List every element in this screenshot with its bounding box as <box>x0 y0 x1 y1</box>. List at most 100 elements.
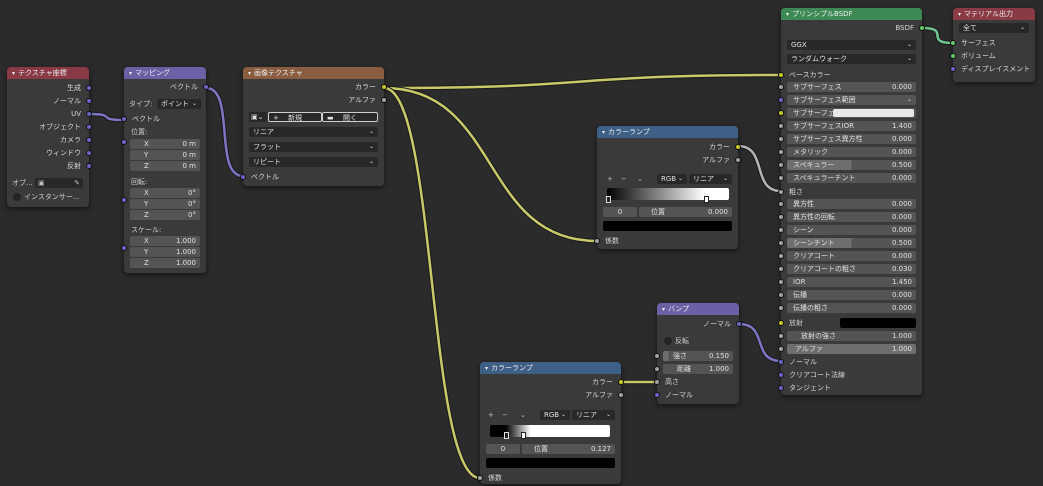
socket-vector-in[interactable] <box>240 174 246 180</box>
material-output-header[interactable]: ▾ マテリアル出力 <box>953 8 1035 20</box>
color-ramp-header[interactable]: ▾ カラーランプ <box>597 126 738 138</box>
socket-color-out[interactable] <box>381 84 387 90</box>
socket-param-in[interactable] <box>778 227 784 233</box>
socket-height-in[interactable] <box>654 379 660 385</box>
socket-surface-in[interactable] <box>950 40 956 46</box>
color-ramp-node-1[interactable]: ▾ カラーランプ カラー アルファ + − ⌄ RGB ⌄ リニア ⌄ 0 位置 0.0… <box>594 126 741 249</box>
color-swatch[interactable] <box>833 109 914 117</box>
socket-param-in[interactable] <box>778 175 784 181</box>
remove-stop-icon[interactable]: − <box>502 411 508 419</box>
socket-param-in[interactable] <box>778 266 784 272</box>
link-ramp1-to-roughness[interactable] <box>737 144 782 193</box>
socket-rotation[interactable] <box>121 197 127 203</box>
bsdf-param-field[interactable]: メタリック 0.000 <box>787 147 916 157</box>
add-stop-icon[interactable]: + <box>607 175 613 183</box>
socket-param-in[interactable] <box>778 305 784 311</box>
collapse-chevron-icon[interactable]: ▾ <box>485 365 488 372</box>
location-x-field[interactable]: X 0 m <box>130 139 200 149</box>
socket-normal[interactable] <box>86 98 92 104</box>
socket-camera[interactable] <box>86 137 92 143</box>
bump-node[interactable]: ▾ バンプ ノーマル 反転 強さ 0.150 距離 1.000 高さ ノーマル <box>654 303 742 404</box>
bsdf-param-field[interactable]: サブサーフェス異方性 0.000 <box>787 134 916 144</box>
collapse-chevron-icon[interactable]: ▾ <box>958 11 961 18</box>
collapse-chevron-icon[interactable]: ▾ <box>129 70 132 77</box>
image-texture-node[interactable]: ▾ 画像テクスチャ カラー アルファ ▣⌄ + 新規 ▬ 開く リニア ⌄ フラット ⌄ … <box>240 67 387 186</box>
object-field[interactable]: ▣ ✎ <box>35 178 83 188</box>
socket-clearcoat-normal-in[interactable] <box>778 372 784 378</box>
color-mode-dropdown[interactable]: RGB ⌄ <box>540 410 570 420</box>
from-instancer-checkbox[interactable] <box>13 193 21 201</box>
interpolation-dropdown[interactable]: リニア ⌄ <box>689 174 732 184</box>
target-dropdown[interactable]: 全て ⌄ <box>959 23 1029 33</box>
socket-param-in[interactable] <box>778 123 784 129</box>
socket-normal-in[interactable] <box>778 359 784 365</box>
socket-param-in[interactable] <box>778 240 784 246</box>
socket-param-in[interactable] <box>778 149 784 155</box>
stop-color-swatch[interactable] <box>486 458 615 468</box>
scale-z-field[interactable]: Z 1.000 <box>130 258 200 268</box>
location-y-field[interactable]: Y 0 m <box>130 150 200 160</box>
bump-header[interactable]: ▾ バンプ <box>657 303 739 315</box>
extension-dropdown[interactable]: リピート ⌄ <box>249 157 378 167</box>
collapse-chevron-icon[interactable]: ▾ <box>662 306 665 313</box>
texture-coordinate-node[interactable]: ▾ テクスチャ座標 生成 ノーマル UV オブジェクト カメラ ウィンドウ 反射 … <box>7 67 92 207</box>
stop-position-field[interactable]: 位置 0.000 <box>639 207 732 217</box>
socket-alpha-out[interactable] <box>735 157 741 163</box>
socket-bsdf-out[interactable] <box>919 25 925 31</box>
image-browse-button[interactable]: ▣⌄ <box>249 112 267 122</box>
chevron-down-icon[interactable]: ⌄ <box>637 175 643 183</box>
bsdf-param-field[interactable]: サブサーフェ... <box>787 108 916 118</box>
scale-x-field[interactable]: X 1.000 <box>130 236 200 246</box>
socket-generated[interactable] <box>86 85 92 91</box>
stop-color-swatch[interactable] <box>603 221 732 231</box>
interpolation-dropdown[interactable]: リニア ⌄ <box>249 127 378 137</box>
invert-checkbox[interactable] <box>664 337 672 345</box>
socket-emission-strength-in[interactable] <box>778 333 784 339</box>
socket-param-in[interactable] <box>778 162 784 168</box>
socket-window[interactable] <box>86 150 92 156</box>
bsdf-param-field[interactable]: シーン 0.000 <box>787 225 916 235</box>
socket-base-color-in[interactable] <box>778 72 784 78</box>
socket-distance-in[interactable] <box>654 366 660 372</box>
eyedropper-icon[interactable]: ✎ <box>74 178 80 188</box>
color-stop-black[interactable] <box>504 432 509 439</box>
socket-factor-in[interactable] <box>477 475 483 481</box>
emission-color-swatch[interactable] <box>840 318 916 328</box>
alpha-field[interactable]: アルファ 1.000 <box>787 344 916 354</box>
color-mode-dropdown[interactable]: RGB ⌄ <box>657 174 687 184</box>
color-ramp-gradient[interactable] <box>607 188 729 200</box>
bsdf-param-field[interactable]: サブサーフェス範囲 ⌄ <box>787 95 916 105</box>
socket-alpha-out[interactable] <box>618 392 624 398</box>
projection-dropdown[interactable]: フラット ⌄ <box>249 142 378 152</box>
socket-scale[interactable] <box>121 245 127 251</box>
distribution-dropdown[interactable]: GGX ⌄ <box>787 40 916 50</box>
rotation-x-field[interactable]: X 0° <box>130 188 200 198</box>
socket-param-in[interactable] <box>778 214 784 220</box>
emission-strength-field[interactable]: 放射の強さ 1.000 <box>787 331 916 341</box>
color-stop-white[interactable] <box>704 196 709 203</box>
socket-color-out[interactable] <box>735 144 741 150</box>
socket-normal-out[interactable] <box>736 321 742 327</box>
socket-tangent-in[interactable] <box>778 385 784 391</box>
socket-color-out[interactable] <box>618 379 624 385</box>
collapse-chevron-icon[interactable]: ▾ <box>786 11 789 18</box>
socket-uv[interactable] <box>86 111 92 117</box>
rotation-y-field[interactable]: Y 0° <box>130 199 200 209</box>
distance-field[interactable]: 距離 1.000 <box>663 364 733 374</box>
bsdf-param-field[interactable]: 伝播 0.000 <box>787 290 916 300</box>
socket-alpha-in[interactable] <box>778 346 784 352</box>
chevron-down-icon[interactable]: ⌄ <box>520 411 526 419</box>
subsurface-method-dropdown[interactable]: ランダムウォーク ⌄ <box>787 54 916 64</box>
bsdf-param-field[interactable]: 異方性 0.000 <box>787 199 916 209</box>
socket-param-in[interactable] <box>778 136 784 142</box>
bsdf-param-field[interactable]: 伝播の粗さ 0.000 <box>787 303 916 313</box>
socket-strength-in[interactable] <box>654 353 660 359</box>
collapse-chevron-icon[interactable]: ▾ <box>602 129 605 136</box>
rotation-z-field[interactable]: Z 0° <box>130 210 200 220</box>
bsdf-param-field[interactable]: スペキュラー 0.500 <box>787 160 916 170</box>
type-dropdown[interactable]: ポイント ⌄ <box>157 99 201 109</box>
bsdf-param-field[interactable]: クリアコートの粗さ 0.030 <box>787 264 916 274</box>
stop-position-field[interactable]: 位置 0.127 <box>522 444 615 454</box>
material-output-node[interactable]: ▾ マテリアル出力 全て ⌄ サーフェス ボリューム ディスプレイスメント <box>950 8 1035 82</box>
bsdf-param-field[interactable]: スペキュラーチント 0.000 <box>787 173 916 183</box>
